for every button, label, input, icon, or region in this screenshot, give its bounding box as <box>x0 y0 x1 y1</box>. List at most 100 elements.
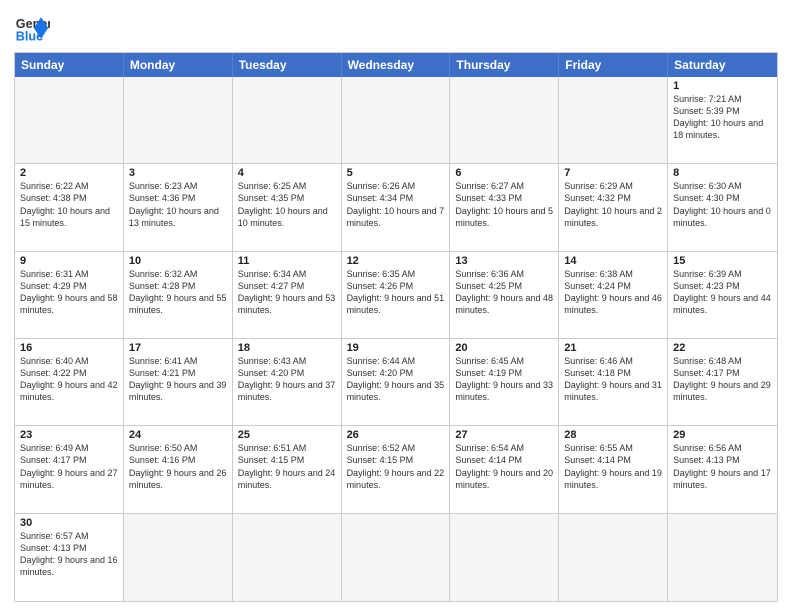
cell-info: Sunrise: 6:22 AM Sunset: 4:38 PM Dayligh… <box>20 180 118 229</box>
calendar-cell: 12Sunrise: 6:35 AM Sunset: 4:26 PM Dayli… <box>342 252 451 338</box>
calendar-cell: 4Sunrise: 6:25 AM Sunset: 4:35 PM Daylig… <box>233 164 342 250</box>
calendar-cell: 29Sunrise: 6:56 AM Sunset: 4:13 PM Dayli… <box>668 426 777 512</box>
cell-info: Sunrise: 7:21 AM Sunset: 5:39 PM Dayligh… <box>673 93 772 142</box>
calendar-cell: 10Sunrise: 6:32 AM Sunset: 4:28 PM Dayli… <box>124 252 233 338</box>
calendar-row: 23Sunrise: 6:49 AM Sunset: 4:17 PM Dayli… <box>15 426 777 513</box>
day-number: 10 <box>129 255 227 267</box>
calendar-cell <box>450 77 559 163</box>
calendar-cell: 18Sunrise: 6:43 AM Sunset: 4:20 PM Dayli… <box>233 339 342 425</box>
calendar-cell: 2Sunrise: 6:22 AM Sunset: 4:38 PM Daylig… <box>15 164 124 250</box>
cell-info: Sunrise: 6:50 AM Sunset: 4:16 PM Dayligh… <box>129 442 227 491</box>
calendar-cell: 28Sunrise: 6:55 AM Sunset: 4:14 PM Dayli… <box>559 426 668 512</box>
calendar-cell <box>124 514 233 601</box>
calendar-cell: 1Sunrise: 7:21 AM Sunset: 5:39 PM Daylig… <box>668 77 777 163</box>
calendar-cell <box>450 514 559 601</box>
calendar-row: 16Sunrise: 6:40 AM Sunset: 4:22 PM Dayli… <box>15 339 777 426</box>
day-number: 18 <box>238 342 336 354</box>
cell-info: Sunrise: 6:27 AM Sunset: 4:33 PM Dayligh… <box>455 180 553 229</box>
day-number: 12 <box>347 255 445 267</box>
calendar-cell: 25Sunrise: 6:51 AM Sunset: 4:15 PM Dayli… <box>233 426 342 512</box>
day-number: 16 <box>20 342 118 354</box>
calendar-cell: 26Sunrise: 6:52 AM Sunset: 4:15 PM Dayli… <box>342 426 451 512</box>
calendar-cell: 8Sunrise: 6:30 AM Sunset: 4:30 PM Daylig… <box>668 164 777 250</box>
day-number: 26 <box>347 429 445 441</box>
day-number: 7 <box>564 167 662 179</box>
cell-info: Sunrise: 6:36 AM Sunset: 4:25 PM Dayligh… <box>455 268 553 317</box>
calendar: SundayMondayTuesdayWednesdayThursdayFrid… <box>14 52 778 602</box>
cell-info: Sunrise: 6:57 AM Sunset: 4:13 PM Dayligh… <box>20 530 118 579</box>
calendar-cell: 23Sunrise: 6:49 AM Sunset: 4:17 PM Dayli… <box>15 426 124 512</box>
calendar-cell: 27Sunrise: 6:54 AM Sunset: 4:14 PM Dayli… <box>450 426 559 512</box>
day-number: 6 <box>455 167 553 179</box>
cell-info: Sunrise: 6:52 AM Sunset: 4:15 PM Dayligh… <box>347 442 445 491</box>
cell-info: Sunrise: 6:26 AM Sunset: 4:34 PM Dayligh… <box>347 180 445 229</box>
calendar-grid: 1Sunrise: 7:21 AM Sunset: 5:39 PM Daylig… <box>15 77 777 601</box>
cell-info: Sunrise: 6:45 AM Sunset: 4:19 PM Dayligh… <box>455 355 553 404</box>
day-number: 25 <box>238 429 336 441</box>
calendar-cell: 17Sunrise: 6:41 AM Sunset: 4:21 PM Dayli… <box>124 339 233 425</box>
calendar-cell: 20Sunrise: 6:45 AM Sunset: 4:19 PM Dayli… <box>450 339 559 425</box>
calendar-cell: 30Sunrise: 6:57 AM Sunset: 4:13 PM Dayli… <box>15 514 124 601</box>
calendar-cell <box>233 77 342 163</box>
day-number: 20 <box>455 342 553 354</box>
calendar-cell <box>233 514 342 601</box>
day-header: Monday <box>124 53 233 77</box>
cell-info: Sunrise: 6:39 AM Sunset: 4:23 PM Dayligh… <box>673 268 772 317</box>
cell-info: Sunrise: 6:49 AM Sunset: 4:17 PM Dayligh… <box>20 442 118 491</box>
cell-info: Sunrise: 6:35 AM Sunset: 4:26 PM Dayligh… <box>347 268 445 317</box>
cell-info: Sunrise: 6:46 AM Sunset: 4:18 PM Dayligh… <box>564 355 662 404</box>
cell-info: Sunrise: 6:38 AM Sunset: 4:24 PM Dayligh… <box>564 268 662 317</box>
day-header: Saturday <box>668 53 777 77</box>
cell-info: Sunrise: 6:41 AM Sunset: 4:21 PM Dayligh… <box>129 355 227 404</box>
calendar-row: 2Sunrise: 6:22 AM Sunset: 4:38 PM Daylig… <box>15 164 777 251</box>
day-number: 8 <box>673 167 772 179</box>
day-header: Wednesday <box>342 53 451 77</box>
calendar-cell: 3Sunrise: 6:23 AM Sunset: 4:36 PM Daylig… <box>124 164 233 250</box>
calendar-cell <box>342 514 451 601</box>
cell-info: Sunrise: 6:34 AM Sunset: 4:27 PM Dayligh… <box>238 268 336 317</box>
calendar-cell: 24Sunrise: 6:50 AM Sunset: 4:16 PM Dayli… <box>124 426 233 512</box>
day-number: 14 <box>564 255 662 267</box>
day-number: 22 <box>673 342 772 354</box>
day-number: 21 <box>564 342 662 354</box>
day-header: Sunday <box>15 53 124 77</box>
calendar-cell: 6Sunrise: 6:27 AM Sunset: 4:33 PM Daylig… <box>450 164 559 250</box>
calendar-cell: 14Sunrise: 6:38 AM Sunset: 4:24 PM Dayli… <box>559 252 668 338</box>
day-number: 2 <box>20 167 118 179</box>
page: General Blue SundayMondayTuesdayWednesda… <box>0 0 792 612</box>
calendar-cell <box>342 77 451 163</box>
calendar-cell: 19Sunrise: 6:44 AM Sunset: 4:20 PM Dayli… <box>342 339 451 425</box>
cell-info: Sunrise: 6:54 AM Sunset: 4:14 PM Dayligh… <box>455 442 553 491</box>
cell-info: Sunrise: 6:40 AM Sunset: 4:22 PM Dayligh… <box>20 355 118 404</box>
calendar-cell: 9Sunrise: 6:31 AM Sunset: 4:29 PM Daylig… <box>15 252 124 338</box>
logo-icon: General Blue <box>14 10 50 46</box>
calendar-cell: 15Sunrise: 6:39 AM Sunset: 4:23 PM Dayli… <box>668 252 777 338</box>
day-number: 29 <box>673 429 772 441</box>
calendar-cell: 16Sunrise: 6:40 AM Sunset: 4:22 PM Dayli… <box>15 339 124 425</box>
cell-info: Sunrise: 6:25 AM Sunset: 4:35 PM Dayligh… <box>238 180 336 229</box>
calendar-cell: 13Sunrise: 6:36 AM Sunset: 4:25 PM Dayli… <box>450 252 559 338</box>
day-number: 13 <box>455 255 553 267</box>
calendar-cell: 11Sunrise: 6:34 AM Sunset: 4:27 PM Dayli… <box>233 252 342 338</box>
cell-info: Sunrise: 6:43 AM Sunset: 4:20 PM Dayligh… <box>238 355 336 404</box>
cell-info: Sunrise: 6:23 AM Sunset: 4:36 PM Dayligh… <box>129 180 227 229</box>
cell-info: Sunrise: 6:29 AM Sunset: 4:32 PM Dayligh… <box>564 180 662 229</box>
day-headers: SundayMondayTuesdayWednesdayThursdayFrid… <box>15 53 777 77</box>
day-number: 11 <box>238 255 336 267</box>
calendar-cell: 22Sunrise: 6:48 AM Sunset: 4:17 PM Dayli… <box>668 339 777 425</box>
calendar-row: 1Sunrise: 7:21 AM Sunset: 5:39 PM Daylig… <box>15 77 777 164</box>
day-number: 24 <box>129 429 227 441</box>
calendar-row: 9Sunrise: 6:31 AM Sunset: 4:29 PM Daylig… <box>15 252 777 339</box>
cell-info: Sunrise: 6:55 AM Sunset: 4:14 PM Dayligh… <box>564 442 662 491</box>
cell-info: Sunrise: 6:48 AM Sunset: 4:17 PM Dayligh… <box>673 355 772 404</box>
calendar-cell <box>15 77 124 163</box>
calendar-row: 30Sunrise: 6:57 AM Sunset: 4:13 PM Dayli… <box>15 514 777 601</box>
day-number: 28 <box>564 429 662 441</box>
day-number: 4 <box>238 167 336 179</box>
day-number: 17 <box>129 342 227 354</box>
day-number: 1 <box>673 80 772 92</box>
calendar-cell: 7Sunrise: 6:29 AM Sunset: 4:32 PM Daylig… <box>559 164 668 250</box>
header: General Blue <box>14 10 778 46</box>
day-number: 5 <box>347 167 445 179</box>
logo: General Blue <box>14 10 50 46</box>
